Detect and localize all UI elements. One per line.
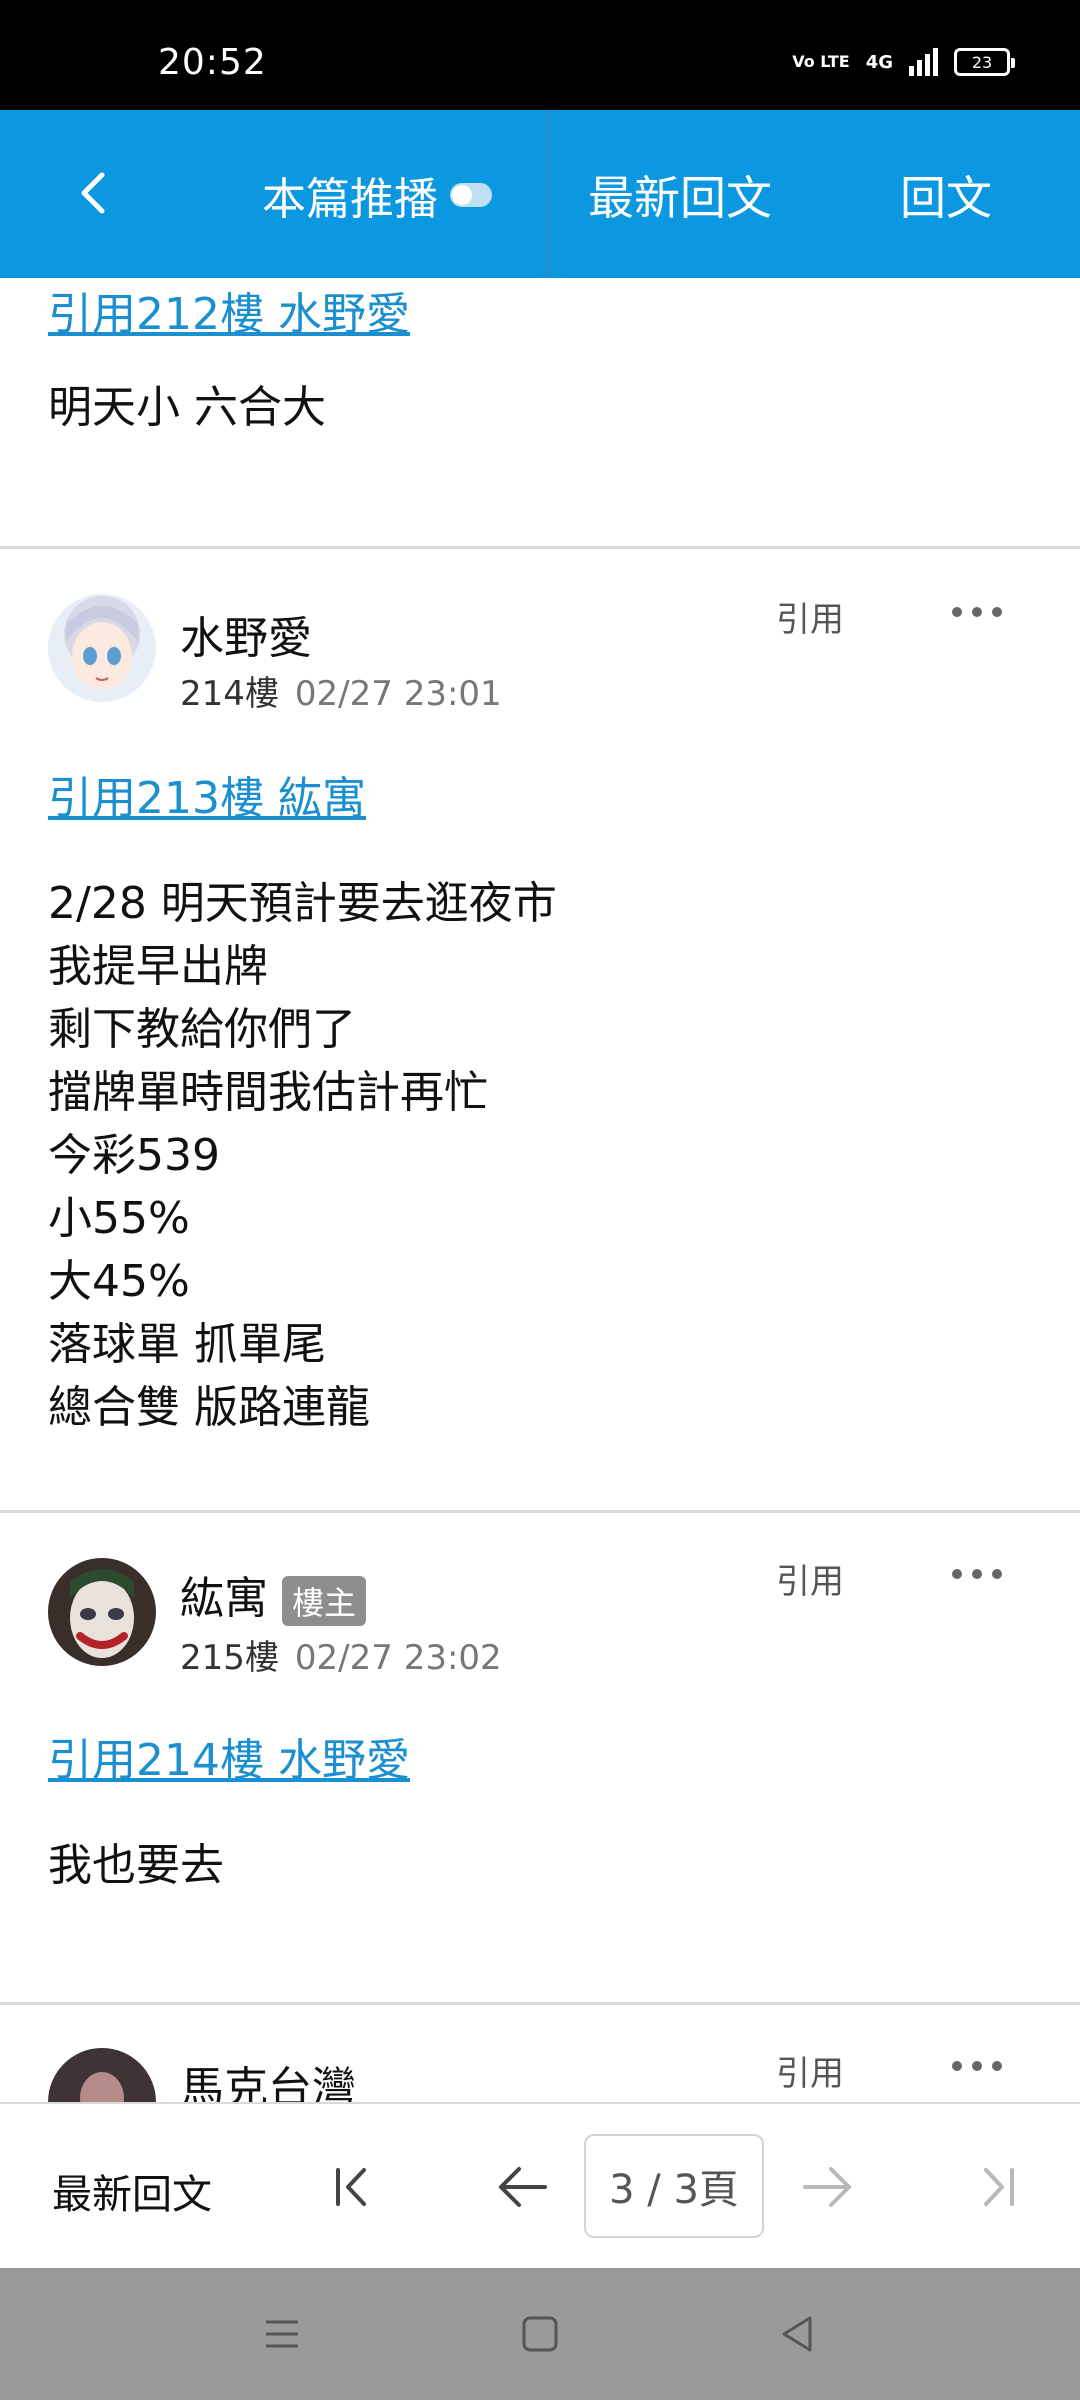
- app-bar: 本篇推播 最新回文 回文: [0, 110, 1080, 278]
- push-label: 本篇推播: [262, 174, 438, 225]
- toggle-icon[interactable]: [450, 183, 492, 207]
- next-page-icon: [803, 2167, 851, 2207]
- quote-link[interactable]: 引用214樓 水野愛: [48, 1724, 410, 1788]
- floor-number: 215樓: [180, 1638, 279, 1678]
- post-body: 2/28 明天預計要去逛夜市 我提早出牌 剩下教給你們了 擋牌單時間我估計再忙 …: [48, 872, 557, 1439]
- volte-icon: Vo LTE: [792, 52, 850, 71]
- post-body-line: 總合雙 版路連龍: [48, 1382, 370, 1433]
- post-body-line: 小55%: [48, 1193, 190, 1244]
- post-body-line: 我提早出牌: [48, 941, 268, 992]
- first-page-icon: [336, 2168, 366, 2206]
- post-body-line: 今彩539: [48, 1130, 220, 1181]
- page-indicator[interactable]: 3 / 3頁: [584, 2134, 764, 2238]
- status-time: 20:52: [158, 42, 267, 83]
- last-page-icon: [984, 2168, 1014, 2206]
- post-list[interactable]: 引用212樓 水野愛 明天小 六合大 水野愛 214樓 02/27 23:01 引…: [0, 278, 1080, 2102]
- quote-link[interactable]: 引用212樓 水野愛: [48, 278, 410, 342]
- push-notification-toggle[interactable]: 本篇推播: [262, 160, 492, 230]
- username[interactable]: 紘寓: [180, 1573, 268, 1624]
- post-body-line: 我也要去: [48, 1840, 224, 1891]
- post-body: 明天小 六合大: [48, 376, 326, 439]
- avatar[interactable]: [48, 594, 156, 702]
- system-nav-bar: [0, 2268, 1080, 2400]
- menu-button[interactable]: [252, 2308, 312, 2360]
- floor-number: 214樓: [180, 674, 279, 714]
- previous-page-button[interactable]: [488, 2152, 558, 2222]
- quote-button[interactable]: 引用: [776, 592, 844, 641]
- home-icon: [522, 2316, 558, 2352]
- prev-page-icon: [499, 2167, 547, 2207]
- quote-button[interactable]: 引用: [776, 1554, 844, 1603]
- post-body-line: 剩下教給你們了: [48, 1004, 356, 1055]
- battery-icon: 23: [954, 48, 1015, 76]
- more-dots-icon[interactable]: [952, 1564, 1002, 1584]
- post-separator: [0, 1510, 1080, 1513]
- menu-icon: [266, 2320, 298, 2348]
- network-type: 4G: [865, 51, 893, 73]
- first-page-button[interactable]: [318, 2152, 388, 2222]
- post-meta: 215樓 02/27 23:02: [180, 1630, 502, 1679]
- avatar-image: [48, 1558, 156, 1666]
- app-bar-divider: [548, 110, 550, 278]
- quote-button[interactable]: 引用: [776, 2046, 844, 2095]
- next-page-button[interactable]: [792, 2152, 862, 2222]
- back-button[interactable]: [58, 158, 128, 228]
- quote-link[interactable]: 引用213樓 紘寓: [48, 762, 366, 826]
- post-meta: 214樓 02/27 23:01: [180, 666, 502, 715]
- post-time: 02/27 23:01: [294, 674, 502, 714]
- signal-icon: [909, 48, 938, 76]
- post-body: 我也要去: [48, 1834, 224, 1897]
- thread-owner-badge: 樓主: [282, 1576, 367, 1626]
- post-separator: [0, 2002, 1080, 2005]
- avatar[interactable]: [48, 1558, 156, 1666]
- post-body-line: 大45%: [48, 1256, 190, 1307]
- reply-button[interactable]: 回文: [900, 160, 992, 230]
- avatar-image: [48, 2048, 156, 2102]
- more-dots-icon[interactable]: [952, 602, 1002, 622]
- status-bar: 20:52 Vo LTE 4G 23: [0, 0, 1080, 110]
- battery-level: 23: [971, 52, 993, 72]
- back-triangle-icon: [782, 2316, 812, 2352]
- status-icons: Vo LTE 4G 23: [792, 48, 1015, 76]
- system-back-button[interactable]: [768, 2308, 828, 2360]
- avatar[interactable]: [48, 2048, 156, 2102]
- last-page-button[interactable]: [962, 2152, 1032, 2222]
- post-body-line: 2/28 明天預計要去逛夜市: [48, 878, 557, 929]
- latest-reply-button[interactable]: 最新回文: [588, 160, 772, 230]
- home-button[interactable]: [510, 2308, 570, 2360]
- username[interactable]: 馬克台灣: [180, 2052, 356, 2102]
- pagination-bar: 最新回文 3 / 3頁: [0, 2102, 1080, 2268]
- more-dots-icon[interactable]: [952, 2056, 1002, 2076]
- post-body-line: 明天小 六合大: [48, 382, 326, 433]
- post-body-line: 擋牌單時間我估計再忙: [48, 1067, 488, 1118]
- username-row: 紘寓 樓主: [180, 1562, 367, 1626]
- post-body-line: 落球單 抓單尾: [48, 1319, 326, 1370]
- post-time: 02/27 23:02: [294, 1638, 502, 1678]
- back-arrow-icon: [81, 172, 105, 214]
- username[interactable]: 水野愛: [180, 602, 312, 666]
- avatar-image: [48, 594, 156, 702]
- pager-latest-reply-button[interactable]: 最新回文: [52, 2162, 212, 2220]
- post-separator: [0, 546, 1080, 549]
